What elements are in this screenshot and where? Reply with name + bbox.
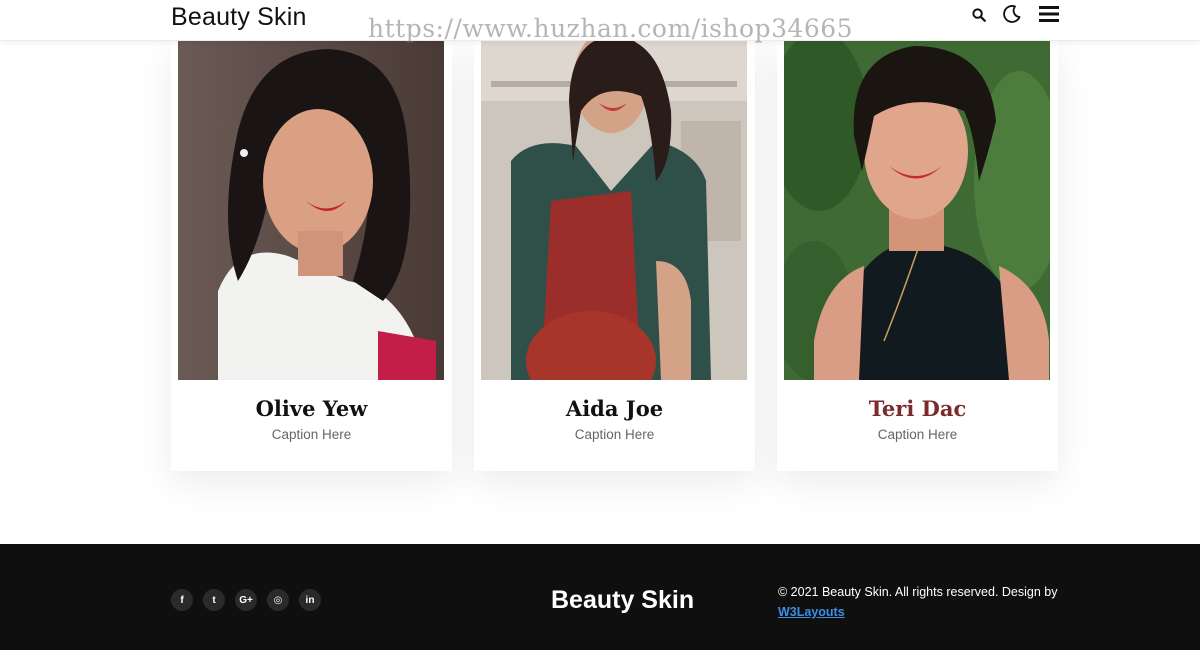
team-photo (784, 41, 1050, 380)
footer-brand[interactable]: Beauty Skin (551, 586, 694, 615)
menu-icon[interactable] (1039, 5, 1059, 23)
team-member-caption: Caption Here (271, 427, 352, 442)
linkedin-icon[interactable]: in (299, 589, 321, 611)
credit-link[interactable]: W3Layouts (778, 605, 845, 619)
team-member-name: Teri Dac (868, 396, 967, 421)
team-card[interactable]: Olive Yew Caption Here (171, 41, 452, 471)
team-member-caption: Caption Here (877, 427, 958, 442)
search-icon[interactable] (972, 8, 986, 22)
copyright-text: © 2021 Beauty Skin. All rights reserved.… (778, 582, 1068, 622)
brand-logo[interactable]: Beauty Skin (171, 3, 307, 32)
google-plus-icon[interactable]: G+ (235, 589, 257, 611)
instagram-icon[interactable]: ◎ (267, 589, 289, 611)
team-member-name: Aida Joe (565, 396, 664, 421)
watermark-text: https://www.huzhan.com/ishop34665 (368, 14, 854, 43)
facebook-icon[interactable]: f (171, 589, 193, 611)
team-card[interactable]: Aida Joe Caption Here (474, 41, 755, 471)
moon-icon[interactable] (1002, 4, 1022, 24)
site-footer: f t G+ ◎ in Beauty Skin © 2021 Beauty Sk… (0, 544, 1200, 650)
twitter-icon[interactable]: t (203, 589, 225, 611)
team-photo (178, 41, 444, 380)
copyright-label: © 2021 Beauty Skin. All rights reserved.… (778, 585, 1058, 599)
team-member-caption: Caption Here (574, 427, 655, 442)
team-member-name: Olive Yew (255, 396, 368, 421)
team-card[interactable]: Teri Dac Caption Here (777, 41, 1058, 471)
team-photo (481, 41, 747, 380)
